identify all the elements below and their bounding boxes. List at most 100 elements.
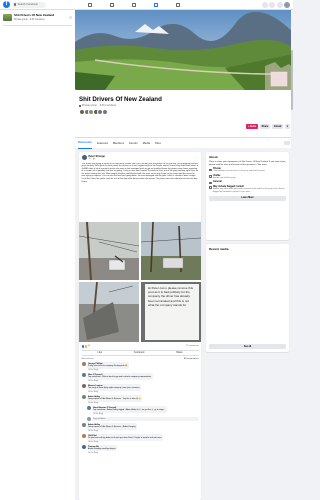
comment: Thomas Ab Andrei Doughty would go deeper … xyxy=(81,444,199,454)
search-icon xyxy=(14,3,17,6)
left-sidebar: Shit Drivers Of New Zealand Private grou… xyxy=(0,10,75,500)
more-icon[interactable] xyxy=(69,16,72,19)
post-header: Peter Stronge 2h · 🔒 ··· xyxy=(79,152,201,163)
about-title: About xyxy=(209,155,218,159)
notifications-icon[interactable] xyxy=(276,2,283,8)
about-row: Private Only members can see who's in the… xyxy=(209,168,286,172)
group-icon xyxy=(209,181,212,185)
joined-button[interactable]: Joined xyxy=(271,124,284,129)
about-card: About Place to share your experiences of… xyxy=(206,152,289,240)
top-navigation: f Search Facebook xyxy=(0,0,293,10)
comment-text: Top contributor · What a douche guy and … xyxy=(88,376,152,379)
menu-icon[interactable] xyxy=(261,2,268,8)
group-privacy: Private group xyxy=(82,104,97,107)
all-comments-dropdown[interactable]: All comments ▾ xyxy=(184,358,199,360)
avatar[interactable] xyxy=(81,394,86,399)
post-photos[interactable]: Hi Peter can u please remove this post a… xyxy=(79,222,201,342)
avatar xyxy=(101,109,108,115)
avatar[interactable] xyxy=(81,372,86,377)
about-row: Visible Anyone can find this group. xyxy=(209,175,286,179)
gaming-icon[interactable] xyxy=(176,3,180,7)
post-text: This driver was trying to show off at Ka… xyxy=(81,162,199,183)
cover-photo xyxy=(75,10,293,90)
share-post-button[interactable]: Share xyxy=(176,352,182,354)
comment-meta[interactable]: 1d Like Reply xyxy=(87,430,138,432)
scrollbar-thumb[interactable] xyxy=(291,50,293,110)
post-timestamp[interactable]: 2h · 🔒 xyxy=(89,158,105,160)
tab-members[interactable]: Members xyxy=(113,138,124,149)
comment-sort[interactable]: Most relevant All comments ▾ xyxy=(82,358,199,360)
invite-button[interactable]: + Invite xyxy=(245,124,259,129)
tab-events[interactable]: Events xyxy=(129,138,138,149)
post-card: Peter Stronge 2h · 🔒 ··· This driver was… xyxy=(79,152,201,500)
sidebar-group-sub: Private group · 9.3K members xyxy=(14,18,45,21)
sidebar-group-header[interactable]: Shit Drivers Of New Zealand Private grou… xyxy=(0,10,75,25)
comment-meta[interactable]: 1d Like Reply xyxy=(87,452,118,454)
messenger-icon[interactable] xyxy=(269,2,275,8)
comment-meta[interactable]: 1d Like Reply xyxy=(87,391,142,393)
comment: Nico O'Connell Top contributor · What a d… xyxy=(81,372,199,382)
page-scrollbar[interactable] xyxy=(291,10,293,500)
reply-input[interactable]: Reply as Adam... xyxy=(91,416,199,421)
search-input[interactable]: Search Facebook xyxy=(12,1,46,8)
comment-meta[interactable]: 1d Like Reply xyxy=(92,413,167,415)
group-title: Shit Drivers Of New Zealand xyxy=(79,96,162,103)
reactions-bar[interactable]: 10 21 comments xyxy=(81,345,199,348)
comment: Marcus Lamine Too many of those fly by ni… xyxy=(81,383,199,393)
author-avatar[interactable] xyxy=(81,154,87,160)
comment-text: Top contributor · Adam Holley tagged · A… xyxy=(93,409,166,412)
comment-meta[interactable]: 1d Like Reply xyxy=(87,369,130,371)
avatar[interactable] xyxy=(81,383,86,388)
comment: Adam Holley Group expert in Elite Motors … xyxy=(81,422,199,432)
learn-more-button[interactable]: Learn More xyxy=(209,195,286,201)
tab-files[interactable]: Files xyxy=(155,138,161,149)
main-content: Shit Drivers Of New Zealand Private grou… xyxy=(75,10,293,500)
tab-featured[interactable]: Featured xyxy=(97,138,108,149)
tab-media[interactable]: Media xyxy=(143,138,150,149)
comment-meta[interactable]: 1d Like Reply xyxy=(87,380,153,382)
avatar[interactable] xyxy=(81,362,86,366)
member-avatars[interactable] xyxy=(79,109,108,115)
avatar[interactable] xyxy=(81,444,86,449)
facebook-logo[interactable]: f xyxy=(3,1,10,8)
chevron-down-icon[interactable]: ▾ xyxy=(284,124,290,129)
see-all-button[interactable]: See all xyxy=(209,344,286,349)
watch-icon[interactable] xyxy=(110,3,114,7)
group-header: Shit Drivers Of New Zealand Private grou… xyxy=(75,90,293,149)
post-actions: Like Comment Share xyxy=(81,350,199,356)
share-button[interactable]: Share xyxy=(259,124,271,129)
avatar[interactable] xyxy=(86,405,91,410)
like-reaction-icon xyxy=(81,345,85,348)
groups-icon[interactable] xyxy=(154,3,158,7)
comment-text: Andrei Doughty would go deeper xyxy=(88,448,116,451)
comment: Adam Holley Group expert in Elite Motors … xyxy=(81,394,199,404)
about-row-desc: Only members can see who's in the group … xyxy=(213,170,266,173)
more-options-button[interactable] xyxy=(284,141,290,145)
home-icon[interactable] xyxy=(88,3,92,7)
avatar xyxy=(86,416,91,421)
eye-icon xyxy=(209,175,212,178)
media-title: Recent media xyxy=(209,247,229,251)
comment: Chilli Nel Do you have nothing better to … xyxy=(81,433,199,443)
comment-meta[interactable]: 1d Like Reply xyxy=(87,402,143,404)
tab-discussion[interactable]: Discussion xyxy=(78,138,92,149)
avatar[interactable] xyxy=(81,433,86,438)
sort-label: Most relevant xyxy=(81,358,94,360)
reactions-count: 10 xyxy=(87,345,90,348)
about-row-title: General xyxy=(213,181,222,184)
avatar[interactable] xyxy=(81,422,86,427)
lock-icon xyxy=(209,168,212,172)
lock-icon xyxy=(79,104,81,107)
profile-avatar[interactable] xyxy=(284,2,290,8)
post-photo-collage xyxy=(79,222,201,342)
marketplace-icon[interactable] xyxy=(132,3,136,7)
meta-separator: · xyxy=(97,104,99,107)
more-icon[interactable]: ··· xyxy=(196,155,199,159)
comments-count[interactable]: 21 comments xyxy=(186,345,198,347)
search-placeholder: Search Facebook xyxy=(17,3,38,6)
comment-meta[interactable]: 1d Like Reply xyxy=(87,441,164,443)
like-button[interactable]: Like xyxy=(97,352,102,354)
comment-text: Group expert in Elite Motors & Services … xyxy=(88,426,136,429)
group-members-count[interactable]: 9.3K members xyxy=(100,104,116,107)
comment-button[interactable]: Comment xyxy=(134,352,145,354)
